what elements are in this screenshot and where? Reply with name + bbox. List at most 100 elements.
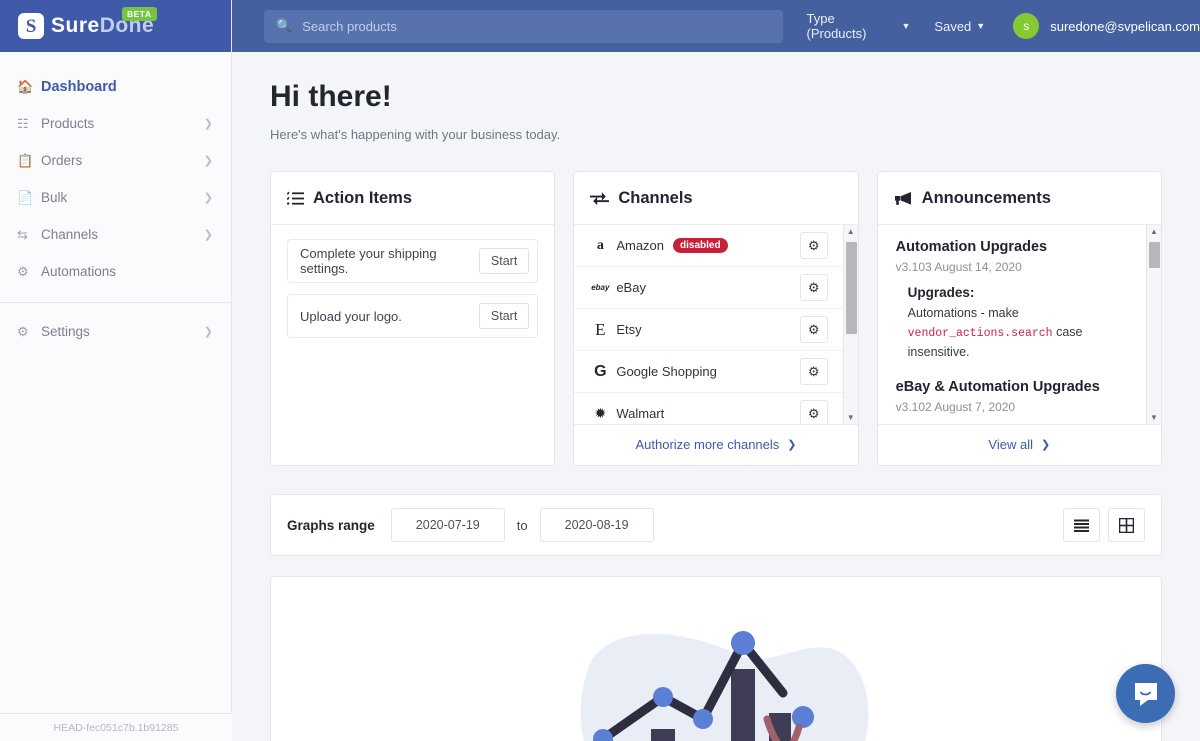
app-version: HEAD-fec051c7b.1b91285 <box>0 713 232 741</box>
sidebar-item-channels[interactable]: ⇆ Channels ❯ <box>0 216 231 253</box>
chevron-right-icon: ❯ <box>203 326 213 338</box>
scrollbar-track[interactable] <box>1147 238 1161 411</box>
search-input[interactable] <box>302 18 771 34</box>
date-from-input[interactable]: 2020-07-19 <box>390 508 505 542</box>
page-subtitle: Here's what's happening with your busine… <box>270 127 561 142</box>
scrollbar-thumb[interactable] <box>1148 242 1160 268</box>
search-box[interactable]: 🔍 <box>264 9 783 43</box>
start-button[interactable]: Start <box>478 248 530 274</box>
scroll-down-icon[interactable]: ▼ <box>1150 411 1158 424</box>
sidebar-item-orders[interactable]: 📋 Orders ❯ <box>0 142 231 179</box>
etsy-icon: E <box>595 319 606 339</box>
announcement-title: Automation Upgrades <box>895 239 1048 255</box>
gear-icon[interactable]: ⚙ <box>799 274 828 301</box>
announcements-header: Announcements <box>877 172 1161 225</box>
start-button[interactable]: Start <box>478 303 530 329</box>
view-toggle-group <box>1063 508 1145 542</box>
channels-title: Channels <box>618 188 693 207</box>
sidebar-item-products[interactable]: ☷ Products ❯ <box>0 105 231 142</box>
gear-icon[interactable]: ⚙ <box>799 358 828 385</box>
brand-header[interactable]: S SureDone BETA <box>0 0 231 52</box>
sidebar-item-label: Automations <box>41 264 117 279</box>
sidebar-item-automations[interactable]: ⚙ Automations <box>0 253 231 290</box>
gear-icon: ⚙ <box>17 323 29 339</box>
scroll-up-icon[interactable]: ▲ <box>847 225 855 238</box>
gear-icon[interactable]: ⚙ <box>799 400 828 424</box>
clipboard-icon: 📋 <box>17 152 34 168</box>
announcement-entry[interactable]: eBay & Automation Upgrades v3.102 August… <box>896 379 1131 414</box>
sidebar-item-bulk[interactable]: 📄 Bulk ❯ <box>0 179 231 216</box>
channels-list: a Amazon disabled ⚙ ebay eBay ⚙ E Etsy ⚙ <box>574 225 858 425</box>
beta-badge: BETA <box>122 7 157 21</box>
chevron-right-icon: ❯ <box>787 439 797 451</box>
gear-icon[interactable]: ⚙ <box>799 232 828 259</box>
dashboard-cards: Action Items Complete your shipping sett… <box>270 171 1162 466</box>
ebay-icon: ebay <box>591 283 610 292</box>
action-items-title: Action Items <box>313 188 413 207</box>
sidebar-item-label: Products <box>41 116 95 131</box>
graphs-panel <box>270 576 1162 741</box>
exchange-icon <box>590 191 610 206</box>
channel-name: Walmart <box>616 406 665 421</box>
status-badge: disabled <box>673 238 728 253</box>
dashboard-page: S SureDone BETA 🏠 Dashboard ☷ Products ❯… <box>0 0 1200 741</box>
announcement-version: v3.102 August 7, 2020 <box>895 399 1016 414</box>
view-all-link[interactable]: View all ❯ <box>878 425 1161 464</box>
sidebar-item-dashboard[interactable]: 🏠 Dashboard <box>0 68 231 105</box>
chevron-right-icon: ❯ <box>203 118 213 130</box>
avatar: s <box>1013 13 1040 39</box>
topbar: 🔍 Type (Products) ▼ Saved ▼ s suredone@s… <box>232 0 1200 52</box>
task-list-icon <box>287 191 304 206</box>
sidebar-nav: 🏠 Dashboard ☷ Products ❯ 📋 Orders ❯ 📄 Bu… <box>0 52 231 350</box>
channel-row-walmart[interactable]: ✹ Walmart ⚙ <box>574 393 857 424</box>
list-view-icon[interactable] <box>1063 508 1100 542</box>
action-items-header: Action Items <box>271 172 555 225</box>
gear-icon[interactable]: ⚙ <box>799 316 828 343</box>
channels-scrollbar[interactable]: ▲ ▼ <box>842 225 858 424</box>
chat-launcher-button[interactable] <box>1116 664 1175 723</box>
brand-name-first: Sure <box>51 14 100 37</box>
amazon-icon: a <box>596 237 604 253</box>
chat-bubble-icon <box>1134 682 1157 706</box>
sidebar-item-label: Settings <box>41 324 90 339</box>
user-menu[interactable]: s suredone@svpelican.com <box>1013 13 1200 39</box>
date-range-separator: to <box>516 517 528 533</box>
action-items-card: Action Items Complete your shipping sett… <box>270 171 556 466</box>
channel-row-etsy[interactable]: E Etsy ⚙ <box>574 309 858 351</box>
scroll-up-icon[interactable]: ▲ <box>1150 225 1158 238</box>
exchange-icon: ⇆ <box>17 226 28 242</box>
search-icon: 🔍 <box>276 18 293 33</box>
graphs-range-bar: Graphs range 2020-07-19 to 2020-08-19 <box>270 494 1162 556</box>
type-dropdown[interactable]: Type (Products) ▼ <box>807 11 911 41</box>
main-content: Hi there! Here's what's happening with y… <box>232 52 1200 741</box>
sidebar-item-settings[interactable]: ⚙ Settings ❯ <box>0 313 231 350</box>
scroll-down-icon[interactable]: ▼ <box>847 411 855 424</box>
announcement-subhead: Upgrades: <box>907 285 975 300</box>
analytics-illustration <box>551 601 881 741</box>
channel-name: eBay <box>616 280 646 295</box>
channel-row-ebay[interactable]: ebay eBay ⚙ <box>574 267 858 309</box>
scrollbar-thumb[interactable] <box>845 242 857 334</box>
channels-header: Channels <box>574 172 858 225</box>
saved-dropdown[interactable]: Saved ▼ <box>934 19 985 34</box>
grid-view-icon[interactable] <box>1108 508 1145 542</box>
channel-row-google-shopping[interactable]: G Google Shopping ⚙ <box>574 351 858 393</box>
announcement-body-before: Automations - make <box>907 306 1019 320</box>
announcements-title: Announcements <box>921 188 1051 207</box>
action-item-row: Upload your logo. Start <box>287 294 539 338</box>
announcements-scrollbar[interactable]: ▲ ▼ <box>1145 225 1161 424</box>
action-item-row: Complete your shipping settings. Start <box>287 239 539 283</box>
date-to-input[interactable]: 2020-08-19 <box>539 508 654 542</box>
scrollbar-track[interactable] <box>844 238 858 411</box>
channel-name: Amazon <box>616 238 665 253</box>
announcement-entry[interactable]: Automation Upgrades v3.103 August 14, 20… <box>896 239 1131 363</box>
chevron-right-icon: ❯ <box>203 229 213 241</box>
channel-row-amazon[interactable]: a Amazon disabled ⚙ <box>574 225 858 267</box>
announcement-version: v3.103 August 14, 2020 <box>895 260 1022 274</box>
announcement-spacer <box>896 363 1131 379</box>
channel-name: Etsy <box>616 322 642 337</box>
sidebar-item-label: Channels <box>41 227 99 242</box>
logo-letter: S <box>25 15 37 37</box>
authorize-more-channels-link[interactable]: Authorize more channels ❯ <box>574 425 857 464</box>
products-icon: ☷ <box>17 115 29 131</box>
